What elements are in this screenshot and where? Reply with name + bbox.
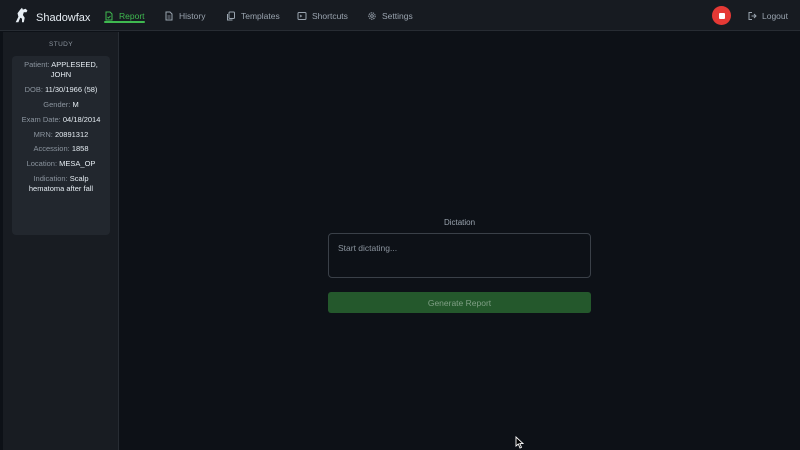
field-mrn: MRN: 20891312 [12, 130, 110, 140]
tab-history[interactable]: History [164, 0, 205, 31]
tab-report[interactable]: Report [104, 0, 145, 31]
tab-templates[interactable]: Templates [226, 0, 280, 31]
field-gender: Gender: M [12, 100, 110, 110]
copy-icon [227, 11, 235, 20]
study-info-card: Patient: APPLESEED, JOHN DOB: 11/30/1966… [12, 56, 110, 235]
field-location: Location: MESA_OP [12, 159, 110, 169]
tab-history-label: History [179, 10, 206, 21]
gear-icon [368, 11, 376, 20]
field-patient: Patient: APPLESEED, JOHN [12, 60, 110, 80]
field-label: MRN: [33, 129, 53, 139]
sidebar-title: STUDY [48, 41, 74, 48]
dictation-input[interactable]: Start dictating... [328, 233, 591, 278]
terminal-icon [297, 11, 307, 20]
field-value: 11/30/1966 (58) [45, 84, 98, 94]
field-exam-date: Exam Date: 04/18/2014 [12, 115, 110, 125]
brand[interactable]: Shadowfax [13, 6, 90, 29]
tab-settings-label: Settings [382, 10, 413, 21]
field-label: Gender: [43, 99, 71, 109]
field-value: 1858 [71, 144, 89, 154]
study-sidebar: STUDY Patient: APPLESEED, JOHN DOB: 11/3… [3, 32, 119, 450]
app-name: Shadowfax [36, 11, 91, 24]
field-value: 20891312 [54, 129, 89, 139]
file-icon [165, 11, 173, 20]
field-label: Patient: [24, 60, 50, 69]
logout-button[interactable]: Logout [747, 0, 788, 31]
tab-report-label: Report [119, 10, 145, 21]
field-label: DOB: [24, 84, 43, 94]
field-label: Indication: [33, 174, 68, 184]
field-value: 04/18/2014 [62, 114, 101, 124]
field-accession: Accession: 1858 [12, 144, 110, 154]
active-tab-indicator [104, 21, 145, 23]
document-icon [105, 11, 113, 20]
tab-shortcuts-label: Shortcuts [312, 10, 348, 21]
stop-recording-button[interactable] [712, 6, 731, 25]
top-bar: Shadowfax Report History Templates Short… [0, 0, 800, 31]
mouse-cursor-icon [515, 435, 525, 450]
generate-report-button[interactable]: Generate Report [328, 292, 591, 313]
field-label: Exam Date: [21, 114, 61, 124]
tab-shortcuts[interactable]: Shortcuts [297, 0, 348, 31]
field-label: Location: [26, 159, 58, 169]
field-dob: DOB: 11/30/1966 (58) [12, 85, 110, 95]
field-label: Accession: [33, 144, 70, 154]
tab-settings[interactable]: Settings [367, 0, 413, 31]
stop-icon [718, 12, 725, 19]
dictation-placeholder: Start dictating... [338, 243, 398, 253]
tab-templates-label: Templates [241, 10, 280, 21]
field-indication: Indication: Scalp hematoma after fall [12, 174, 110, 194]
field-value: M [72, 99, 79, 109]
field-value: MESA_OP [59, 159, 96, 169]
horse-logo-icon [13, 6, 31, 29]
field-value: APPLESEED, JOHN [50, 60, 98, 79]
logout-icon [748, 11, 757, 20]
dictation-label: Dictation [443, 218, 476, 227]
logout-label: Logout [762, 10, 788, 21]
